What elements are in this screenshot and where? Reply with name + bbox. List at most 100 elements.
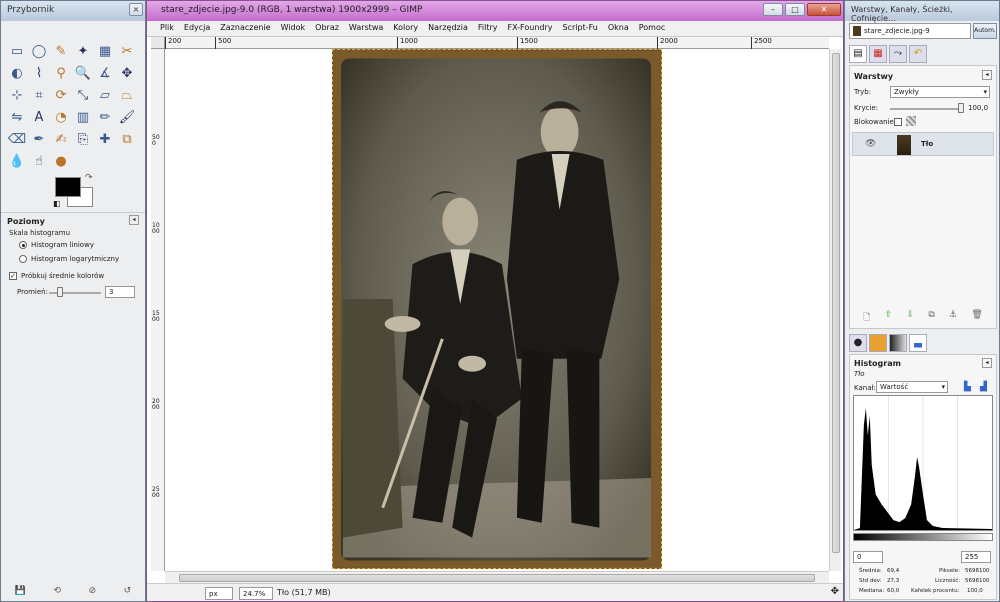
color-select-icon[interactable]: ▦ [95,41,115,61]
new-layer-icon[interactable]: 🗋 [863,310,870,324]
menu-item[interactable]: Widok [276,21,311,36]
horizontal-ruler[interactable]: 200 500 1000 1500 2000 2500 [165,37,829,49]
log-histogram-icon[interactable]: ▟ [980,382,987,392]
text-icon[interactable]: A [29,107,49,127]
mode-select[interactable]: Zwykły [890,86,990,98]
ink-icon[interactable]: ✍ [51,129,71,149]
image-select[interactable]: stare_zdjecie.jpg-9 [849,23,971,39]
lower-layer-icon[interactable]: ⇩ [907,310,915,324]
photo-image[interactable] [332,49,662,569]
minimize-button[interactable]: – [763,3,783,16]
tab-undo[interactable]: ↶ [909,45,927,63]
unit-select[interactable]: px [205,587,233,600]
free-select-icon[interactable]: ✎ [51,41,71,61]
default-colors-icon[interactable]: ◧ [53,199,61,208]
opacity-value[interactable]: 100,0 [968,104,988,112]
tab-paths[interactable]: ⤳ [889,45,907,63]
airbrush-icon[interactable]: ✒ [29,129,49,149]
toolbox-close-button[interactable]: × [129,3,143,16]
dock-titlebar[interactable]: Warstwy, Kanały, Ścieżki, Cofnięcie... [845,1,999,23]
histogram-graph[interactable] [853,395,993,531]
radius-spinbox[interactable]: 3 [105,286,135,298]
horizontal-scroll-thumb[interactable] [179,574,815,582]
scale-icon[interactable]: ⤡ [73,85,93,105]
blur-icon[interactable]: 💧 [7,151,27,171]
menu-item[interactable]: Narzędzia [423,21,473,36]
duplicate-layer-icon[interactable]: ⧉ [928,310,934,324]
linear-histogram-icon[interactable]: ▙ [964,382,971,392]
menu-item[interactable]: Warstwa [344,21,388,36]
bucket-fill-icon[interactable]: ◔ [51,107,71,127]
menu-item[interactable]: Zaznaczenie [215,21,275,36]
swap-colors-icon[interactable]: ↷ [85,173,93,183]
pencil-icon[interactable]: ✏ [95,107,115,127]
flip-icon[interactable]: ⇋ [7,107,27,127]
log-histogram-label[interactable]: Histogram logarytmiczny [31,255,119,263]
heal-icon[interactable]: ✚ [95,129,115,149]
raise-layer-icon[interactable]: ⇧ [885,310,893,324]
menu-item[interactable]: Pomoc [634,21,671,36]
ruler-corner[interactable] [151,37,165,49]
measure-icon[interactable]: ∡ [95,63,115,83]
range-min[interactable]: 0 [853,551,883,563]
layers-menu-icon[interactable]: ◂ [982,70,992,80]
tab-patterns[interactable] [869,334,887,352]
menu-item[interactable]: Script-Fu [558,21,603,36]
linear-histogram-label[interactable]: Histogram liniowy [31,241,94,249]
menu-item[interactable]: FX-Foundry [502,21,557,36]
perspective-clone-icon[interactable]: ⧉ [117,129,137,149]
zoom-select[interactable]: 24.7% [239,587,273,600]
canvas-area[interactable] [165,49,829,571]
vertical-scrollbar[interactable] [829,49,841,571]
sample-merged-checkbox[interactable]: ✓ [9,272,17,280]
opacity-slider-knob[interactable] [958,103,964,113]
vertical-ruler[interactable]: 500 1000 1500 2000 2500 [151,49,165,571]
paintbrush-icon[interactable]: 🖌 [117,107,137,127]
eraser-icon[interactable]: ⌫ [7,129,27,149]
histogram-menu-icon[interactable]: ◂ [982,358,992,368]
image-titlebar[interactable]: stare_zdjecie.jpg-9.0 (RGB, 1 warstwa) 1… [147,1,843,21]
restore-options-icon[interactable]: ⟲ [54,586,62,596]
crop-icon[interactable]: ⌗ [29,85,49,105]
linear-histogram-radio[interactable] [19,241,27,249]
menu-item[interactable]: Edycja [179,21,215,36]
paths-icon[interactable]: ⌇ [29,63,49,83]
menu-item[interactable]: Okna [603,21,634,36]
shear-icon[interactable]: ▱ [95,85,115,105]
horizontal-scrollbar[interactable] [165,571,829,583]
tab-histogram[interactable]: ▃ [909,334,927,352]
blend-icon[interactable]: ▥ [73,107,93,127]
radius-slider-knob[interactable] [57,287,63,297]
navigate-icon[interactable]: ✥ [831,586,839,597]
close-button[interactable]: ✕ [807,3,841,16]
fuzzy-select-icon[interactable]: ✦ [73,41,93,61]
save-options-icon[interactable]: 💾 [15,586,26,596]
tool-options-menu-icon[interactable]: ◂ [129,215,139,225]
sample-merged-label[interactable]: Próbkuj średnie kolorów [21,272,104,280]
menu-item[interactable]: Filtry [473,21,503,36]
smudge-icon[interactable]: ☝ [29,151,49,171]
menu-item[interactable]: Obraz [310,21,344,36]
dodge-burn-icon[interactable]: ● [51,151,71,171]
ellipse-select-icon[interactable]: ◯ [29,41,49,61]
reset-options-icon[interactable]: ↺ [124,586,132,596]
delete-options-icon[interactable]: ⊘ [89,586,97,596]
foreground-select-icon[interactable]: ◐ [7,63,27,83]
anchor-layer-icon[interactable]: ⚓ [949,310,957,324]
align-icon[interactable]: ⊹ [7,85,27,105]
toolbox-titlebar[interactable]: Przybornik × [1,1,145,21]
opacity-slider[interactable] [890,108,962,110]
visibility-eye-icon[interactable]: 👁 [865,139,876,149]
scissors-icon[interactable]: ✂ [117,41,137,61]
tab-brushes[interactable]: ● [849,334,867,352]
menu-item[interactable]: Plik [155,21,179,36]
color-picker-icon[interactable]: ⚲ [51,63,71,83]
delete-layer-icon[interactable]: 🗑 [971,310,982,324]
vertical-scroll-thumb[interactable] [832,53,840,553]
rotate-icon[interactable]: ⟳ [51,85,71,105]
move-icon[interactable]: ✥ [117,63,137,83]
lock-pixels-checkbox[interactable] [894,118,902,126]
log-histogram-radio[interactable] [19,255,27,263]
channel-select[interactable]: Wartość [876,381,948,393]
layer-row[interactable]: 👁 Tło [852,132,994,156]
